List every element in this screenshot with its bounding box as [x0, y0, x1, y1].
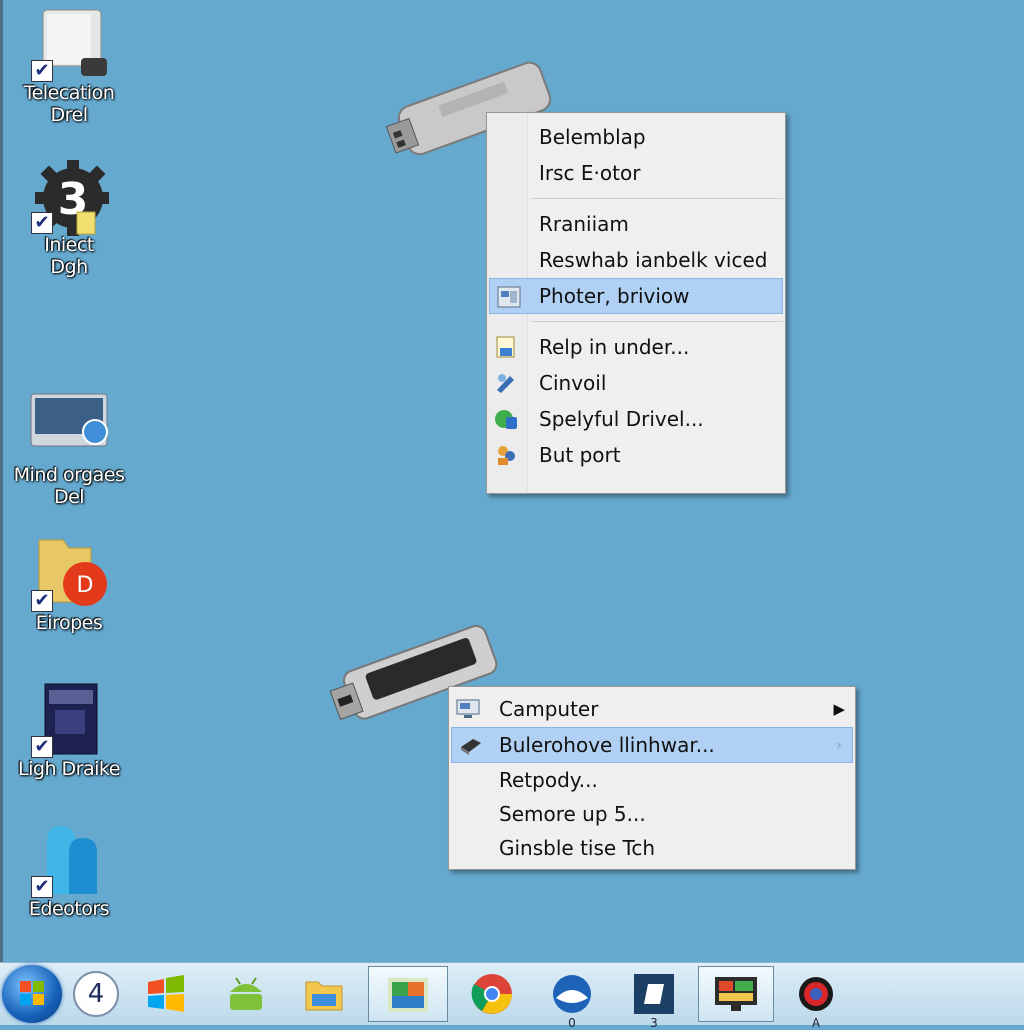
- chrome-icon: [471, 974, 512, 1014]
- submenu-arrow-icon: ▶: [833, 700, 845, 718]
- menu-item-label: Photer, briviow: [539, 284, 690, 308]
- taskbar-item-windows-flag[interactable]: [130, 966, 202, 1022]
- checkbox-icon[interactable]: ✔: [31, 736, 53, 758]
- android-icon: [230, 977, 262, 1010]
- checkbox-icon[interactable]: ✔: [31, 876, 53, 898]
- menu-item-label: Spelyful Drivel...: [539, 407, 704, 431]
- checkbox-icon[interactable]: ✔: [31, 60, 53, 82]
- menu-item-label: Retpody...: [499, 768, 598, 792]
- desktop-icon-mind-orgaes[interactable]: Mind orgaes Del: [6, 388, 132, 508]
- menu-item-label: Ginsble tise Tch: [499, 836, 656, 860]
- desktop-icon-label: Ligh Draike: [18, 758, 120, 780]
- monitor-icon: [29, 388, 109, 464]
- start-button[interactable]: [2, 965, 62, 1023]
- menu-item-label: Reswhab ianbelk viced: [539, 248, 768, 272]
- desktop-icon-eiropes[interactable]: D ✔ Eiropes: [6, 536, 132, 634]
- taskbar-item-red-orb[interactable]: A: [780, 966, 852, 1030]
- menu-item-camputer[interactable]: Camputer ▶: [449, 691, 855, 727]
- tools-icon: [497, 374, 514, 393]
- taskbar-badge: 3: [650, 1016, 658, 1030]
- desktop-icon-ligh-draike[interactable]: ✔ Ligh Draike: [6, 682, 132, 780]
- desktop-icon-iniect[interactable]: 3 ✔ Iniect Dgh: [6, 158, 132, 278]
- menu-item-but-port[interactable]: But port: [487, 437, 785, 473]
- menu-item-label: But port: [539, 443, 621, 467]
- menu-item-cinvoil[interactable]: Cinvoil: [487, 365, 785, 401]
- folder-icon: [305, 981, 343, 1011]
- svg-text:D: D: [77, 573, 94, 598]
- screen-left-edge: [0, 0, 3, 962]
- globe-icon: [553, 975, 591, 1013]
- book-icon: ✔: [29, 682, 109, 758]
- taskbar-item-chrome[interactable]: [456, 966, 528, 1022]
- menu-item-irsc-eotor[interactable]: Irsc E·otor: [487, 155, 785, 191]
- gear-icon: 3 ✔: [29, 158, 111, 236]
- taskbar-item-editor[interactable]: 3: [618, 966, 690, 1030]
- taskbar-item-android[interactable]: [210, 966, 282, 1022]
- menu-separator: [531, 198, 783, 199]
- menu-item-label: Bulerohove llinhwar...: [499, 733, 715, 757]
- checkbox-icon[interactable]: ✔: [31, 590, 53, 612]
- desktop-icon-label: Telecation Drel: [23, 82, 115, 126]
- context-menu-top: Belemblap Irsc E·otor Rraniiam Reswhab i…: [486, 112, 786, 494]
- menu-item-label: Irsc E·otor: [539, 161, 641, 185]
- drive-icon: ✔: [29, 6, 109, 82]
- menu-separator: [531, 321, 783, 322]
- taskbar-badge: A: [811, 1016, 821, 1030]
- menu-item-spelyful-drivel[interactable]: Spelyful Drivel...: [487, 401, 785, 437]
- context-menu-bottom: Camputer ▶ Bulerohove llinhwar... › Retp…: [448, 686, 856, 870]
- menu-item-retpody[interactable]: Retpody...: [449, 763, 855, 797]
- menu-item-ginsble[interactable]: Ginsble tise Tch: [449, 831, 855, 865]
- number-four-icon: 4: [73, 971, 119, 1017]
- shapes-icon: ✔: [29, 822, 109, 898]
- taskbar-item-globe[interactable]: 0: [536, 966, 608, 1030]
- menu-item-photer-briviow[interactable]: Photer, briviow: [489, 278, 783, 314]
- menu-item-reswhab[interactable]: Reswhab ianbelk viced: [487, 242, 785, 278]
- menu-item-rraniiam[interactable]: Rraniiam: [487, 206, 785, 242]
- menu-item-label: Semore up 5...: [499, 802, 646, 826]
- menu-item-bulerohove[interactable]: Bulerohove llinhwar... ›: [451, 727, 853, 763]
- menu-item-relp-in-under[interactable]: Relp in under...: [487, 329, 785, 365]
- menu-item-label: Cinvoil: [539, 371, 607, 395]
- menu-item-semore-up[interactable]: Semore up 5...: [449, 797, 855, 831]
- submenu-arrow-icon: ›: [836, 736, 842, 754]
- desktop-icon-telecation-drel[interactable]: ✔ Telecation Drel: [6, 6, 132, 126]
- taskbar-item-file-explorer[interactable]: [288, 966, 360, 1022]
- users-icon: [498, 446, 515, 465]
- control-panel-icon: [715, 977, 757, 1011]
- menu-item-belemblap[interactable]: Belemblap: [487, 119, 785, 155]
- sync-icon: [495, 410, 517, 429]
- taskbar-item-control-panel[interactable]: [698, 966, 774, 1022]
- taskbar-item-media[interactable]: [368, 966, 448, 1022]
- desktop-icon-label: Edeotors: [28, 898, 110, 920]
- desktop-icon-edeotors[interactable]: ✔ Edeotors: [6, 822, 132, 920]
- computer-icon: [456, 699, 480, 718]
- menu-item-label: Relp in under...: [539, 335, 690, 359]
- windows-logo-icon: [20, 981, 44, 1005]
- media-app-icon: [388, 978, 428, 1012]
- desktop-icon-label: Mind orgaes Del: [13, 464, 125, 508]
- window-icon: [497, 286, 521, 308]
- desktop-icon-label: Eiropes: [35, 612, 103, 634]
- hardware-icon: [461, 739, 481, 755]
- menu-item-label: Belemblap: [539, 125, 646, 149]
- document-icon: [496, 336, 515, 358]
- taskbar-badge: 0: [568, 1016, 576, 1030]
- menu-item-label: Rraniiam: [539, 212, 629, 236]
- menu-item-label: Camputer: [499, 697, 599, 721]
- editor-icon: [634, 974, 674, 1014]
- folder-icon: D ✔: [29, 536, 109, 612]
- taskbar-item-4[interactable]: 4: [60, 966, 132, 1022]
- taskbar: 4 0 3 A: [0, 962, 1024, 1030]
- red-orb-icon: [799, 977, 833, 1011]
- checkbox-icon[interactable]: ✔: [31, 212, 53, 234]
- windows-flag-icon: [148, 975, 184, 1012]
